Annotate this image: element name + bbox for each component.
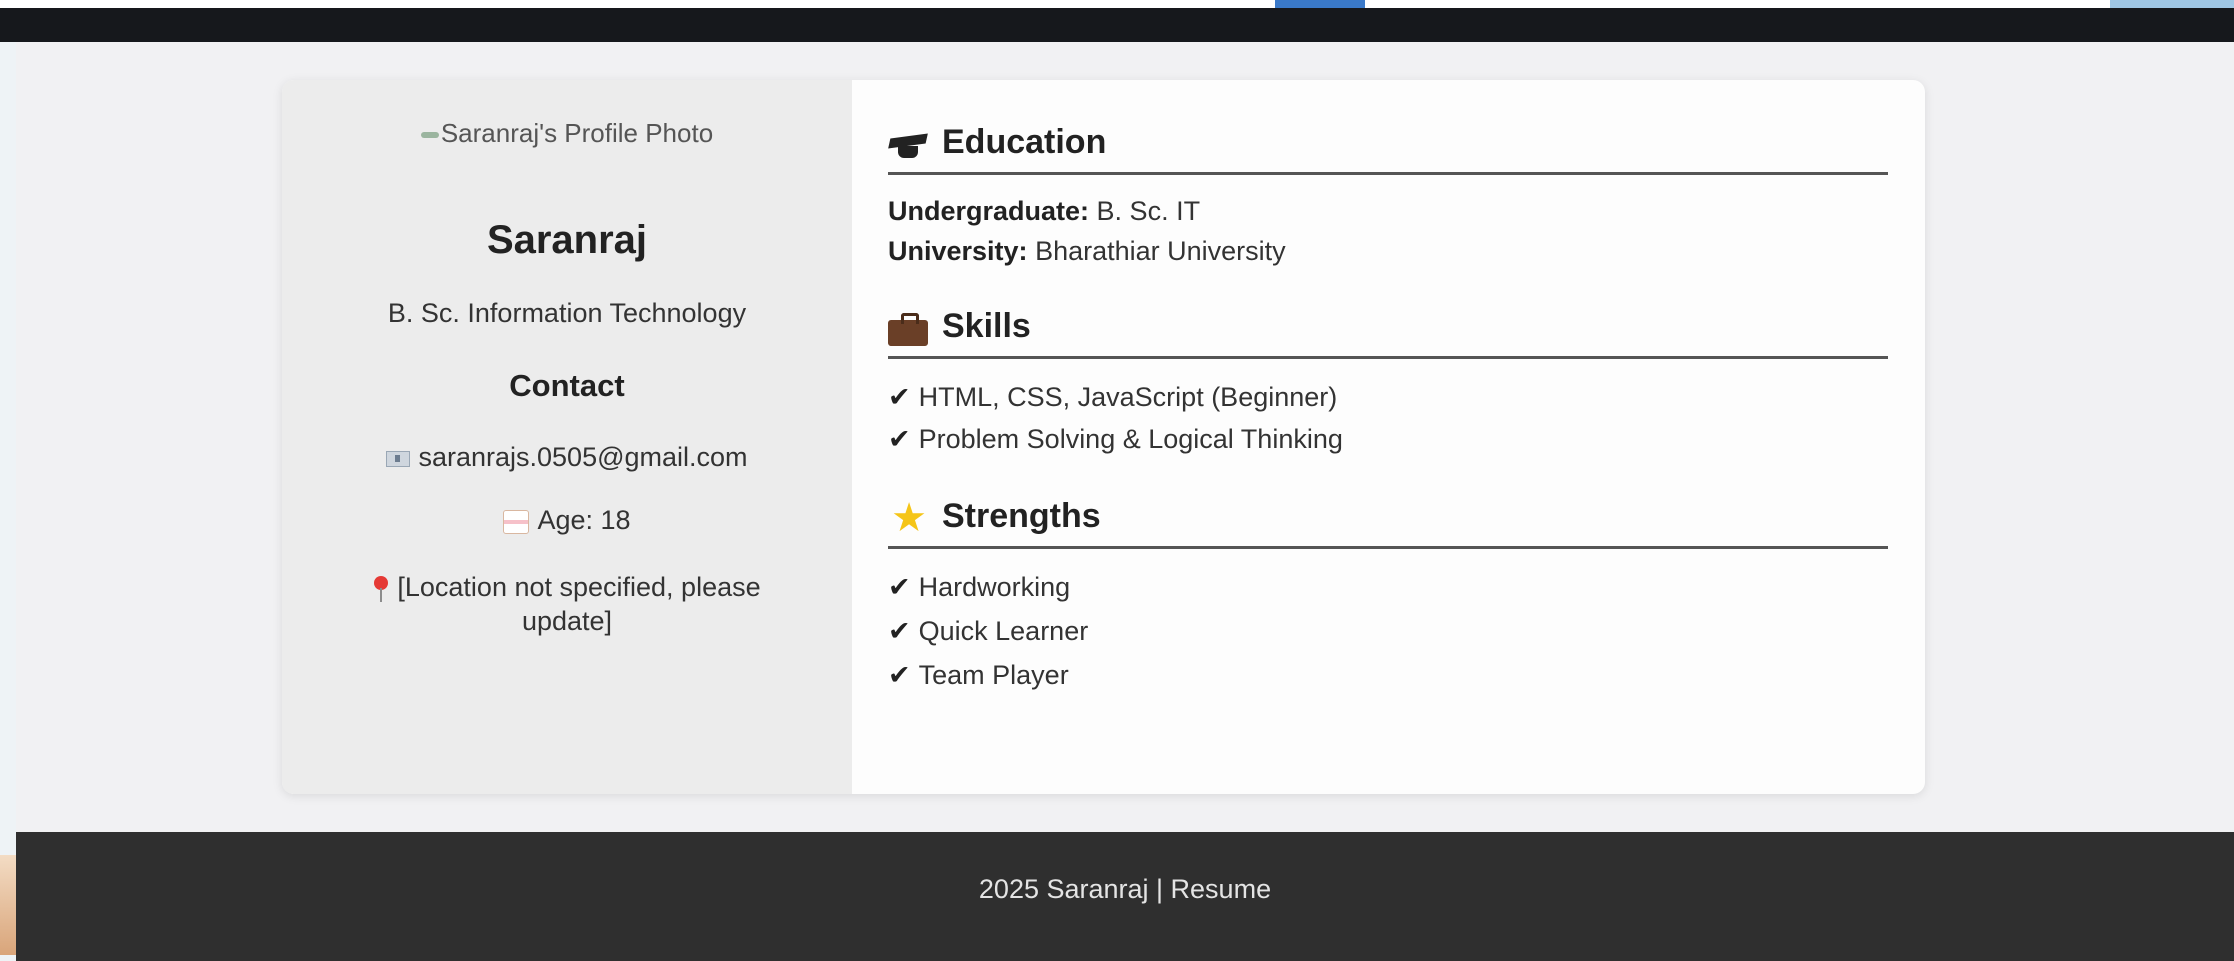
skills-section-header: Skills — [888, 306, 1888, 359]
university-value: Bharathiar University — [1035, 236, 1286, 266]
browser-tab-accent-right — [2110, 0, 2234, 8]
profile-degree: B. Sc. Information Technology — [387, 298, 747, 328]
graduation-cap-icon — [888, 124, 930, 164]
skill-item-text: Problem Solving & Logical Thinking — [918, 424, 1343, 454]
browser-tab-accent-left — [1275, 0, 1365, 8]
education-title: Education — [942, 123, 1107, 161]
page-footer: 2025 Saranraj | Resume — [16, 832, 2234, 961]
undergraduate-value: B. Sc. IT — [1096, 196, 1201, 226]
broken-image-icon — [420, 132, 439, 139]
skills-title: Skills — [942, 307, 1031, 345]
education-university: University: Bharathiar University — [888, 236, 1286, 267]
contact-age-text: Age: 18 — [537, 505, 631, 535]
strength-item-text: Team Player — [918, 660, 1069, 690]
checkmark-icon: ✔ — [888, 382, 911, 412]
contact-email-text[interactable]: saranrajs.0505@gmail.com — [418, 442, 747, 472]
profile-photo: Saranraj's Profile Photo — [282, 118, 852, 149]
profile-photo-alt-text: Saranraj's Profile Photo — [440, 118, 714, 148]
briefcase-icon — [888, 308, 930, 348]
strengths-section-header: ★ Strengths — [888, 496, 1888, 549]
map-pin-icon — [373, 575, 389, 602]
star-icon: ★ — [891, 496, 927, 540]
contact-heading: Contact — [509, 368, 625, 403]
left-edge-strip — [0, 0, 16, 961]
birthday-cake-icon — [503, 509, 530, 534]
envelope-icon — [386, 450, 411, 467]
profile-name: Saranraj — [486, 218, 648, 262]
checkmark-icon: ✔ — [888, 424, 911, 454]
contact-email[interactable]: saranrajs.0505@gmail.com — [282, 442, 852, 473]
checkmark-icon: ✔ — [888, 572, 911, 602]
skills-list-item: ✔ HTML, CSS, JavaScript (Beginner) — [888, 382, 1337, 413]
footer-text: 2025 Saranraj | Resume — [978, 874, 1272, 904]
contact-location: [Location not specified, please update] — [342, 570, 792, 638]
skills-list-item: ✔ Problem Solving & Logical Thinking — [888, 424, 1343, 455]
undergraduate-label: Undergraduate: — [888, 196, 1090, 226]
strengths-list-item: ✔ Team Player — [888, 660, 1069, 691]
strengths-title: Strengths — [942, 497, 1101, 535]
checkmark-icon: ✔ — [888, 660, 911, 690]
contact-location-text: [Location not specified, please update] — [397, 572, 761, 636]
top-navigation-bar — [0, 0, 2234, 42]
profile-sidebar: Saranraj's Profile Photo Saranraj B. Sc.… — [282, 80, 852, 794]
page: Saranraj's Profile Photo Saranraj B. Sc.… — [0, 0, 2234, 961]
university-label: University: — [888, 236, 1028, 266]
skill-item-text: HTML, CSS, JavaScript (Beginner) — [918, 382, 1338, 412]
education-section-header: Education — [888, 122, 1888, 175]
strength-item-text: Hardworking — [918, 572, 1071, 602]
strength-item-text: Quick Learner — [918, 616, 1089, 646]
resume-main-content: Education Undergraduate: B. Sc. IT Unive… — [852, 80, 1925, 794]
strengths-list-item: ✔ Hardworking — [888, 572, 1070, 603]
checkmark-icon: ✔ — [888, 616, 911, 646]
contact-age: Age: 18 — [282, 505, 852, 536]
education-undergraduate: Undergraduate: B. Sc. IT — [888, 196, 1200, 227]
resume-card: Saranraj's Profile Photo Saranraj B. Sc.… — [282, 80, 1925, 794]
strengths-list-item: ✔ Quick Learner — [888, 616, 1088, 647]
left-edge-decoration — [0, 855, 16, 955]
